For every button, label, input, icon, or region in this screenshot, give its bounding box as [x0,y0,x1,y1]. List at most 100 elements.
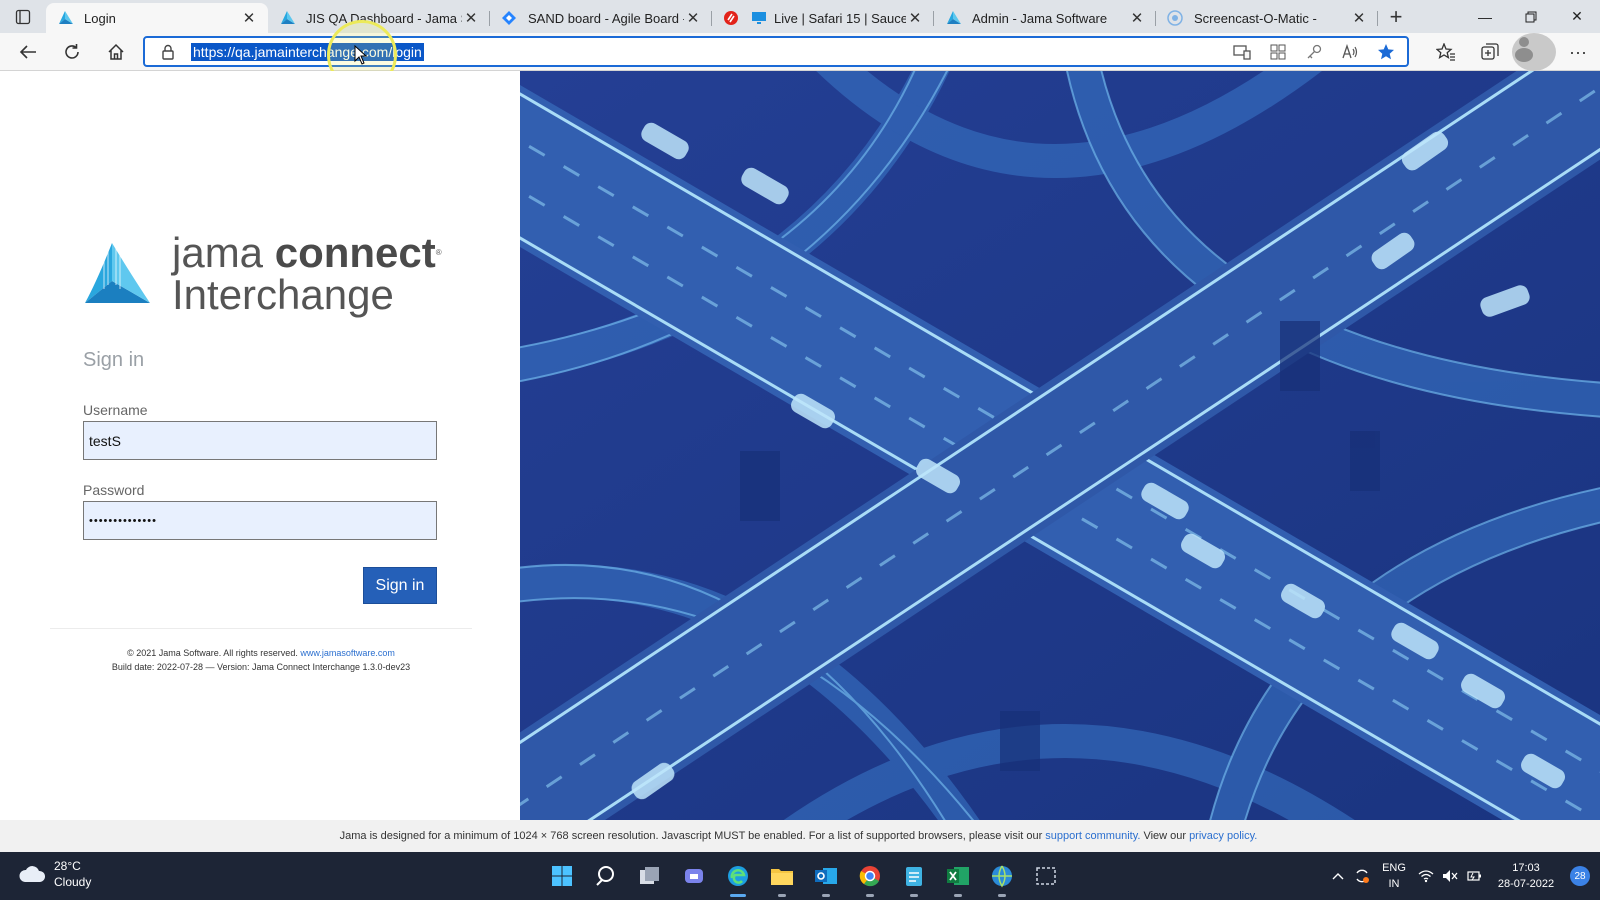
avatar [1512,33,1556,71]
close-window-icon[interactable]: ✕ [1554,0,1600,33]
tab-title: Login [84,10,116,26]
clock[interactable]: 17:03 28-07-2022 [1486,860,1566,892]
notepad-icon [906,867,922,886]
favorites-button[interactable] [1424,33,1468,71]
close-tab-icon[interactable]: ✕ [462,9,480,27]
home-button[interactable] [94,33,138,71]
tab-actions-icon [15,9,31,24]
restore-icon[interactable] [1508,0,1554,33]
temperature: 28°C [54,859,81,873]
monitor-icon [750,9,768,27]
jira-icon [500,9,518,27]
teams-chat-button[interactable] [672,852,716,900]
settings-menu-button[interactable]: ··· [1556,33,1600,71]
notification-badge[interactable]: 28 [1570,866,1590,886]
tab-login[interactable]: Login ✕ [46,3,268,33]
saucelabs-icon [722,9,740,27]
brand-interchange: Interchange [172,271,394,318]
tab-title: SAND board - Agile Board - J [528,10,684,26]
excel-button[interactable] [936,852,980,900]
notepad-button[interactable] [892,852,936,900]
file-explorer-button[interactable] [760,852,804,900]
build-info: Build date: 2022-07-28 — Version: Jama C… [111,662,411,672]
window-controls: — ✕ [1462,0,1600,33]
weather-widget[interactable]: 28°C Cloudy [18,858,91,890]
jama-connect-interchange-logo: jama connect® Interchange [82,231,442,327]
brand-jama: jama [172,229,264,276]
new-tab-button[interactable]: + [1378,3,1414,33]
search-button[interactable] [584,852,628,900]
tab-actions-button[interactable] [0,0,46,33]
lock-icon[interactable] [145,44,191,60]
minimize-icon[interactable]: — [1462,0,1508,33]
username-label: Username [83,402,148,418]
snipping-tool-button[interactable] [1024,852,1068,900]
language: ENG [1382,862,1406,874]
profile-button[interactable] [1512,33,1556,71]
notice-text: Jama is designed for a minimum of 1024 ×… [339,830,1043,842]
sign-in-heading: Sign in [83,349,145,371]
wifi-icon[interactable] [1414,852,1438,900]
close-tab-icon[interactable]: ✕ [906,9,924,27]
tab-sand-board[interactable]: SAND board - Agile Board - J ✕ [490,3,712,33]
time: 17:03 [1512,862,1540,874]
back-button[interactable] [6,33,50,71]
close-tab-icon[interactable]: ✕ [684,9,702,27]
tab-admin-jama[interactable]: Admin - Jama Software ✕ [934,3,1156,33]
close-tab-icon[interactable]: ✕ [1350,9,1368,27]
start-button[interactable] [540,852,584,900]
battery-icon[interactable] [1462,852,1486,900]
tab-sauce-labs[interactable]: Live | Safari 15 | Sauce Lab ✕ [712,3,934,33]
folder-icon [771,869,793,885]
excel-icon [947,867,969,885]
taskbar-apps [540,852,1068,900]
mouse-cursor-icon [354,45,368,65]
password-input[interactable]: •••••••••••••• [83,501,437,540]
favorites-icon [1436,43,1455,61]
outlook-button[interactable] [804,852,848,900]
network-app-button[interactable] [980,852,1024,900]
key-icon[interactable] [1303,42,1325,62]
region: IN [1388,878,1400,890]
volume-muted-icon[interactable] [1438,852,1462,900]
chrome-button[interactable] [848,852,892,900]
sign-in-button[interactable]: Sign in [363,567,437,604]
chevron-up-icon[interactable] [1326,852,1350,900]
tab-title: Live | Safari 15 | Sauce Lab [774,10,906,26]
app-available-icon[interactable] [1231,42,1253,62]
read-aloud-icon[interactable] [1339,42,1361,62]
privacy-policy-link[interactable]: privacy policy. [1189,830,1257,842]
edge-taskbar-button[interactable] [716,852,760,900]
task-view-button[interactable] [628,852,672,900]
username-input[interactable]: testS [83,421,437,460]
weather-condition: Cloudy [54,875,92,889]
jama-logo-icon [85,243,150,303]
favorite-star-icon[interactable] [1375,42,1397,62]
chrome-icon [859,866,880,887]
language-indicator[interactable]: ENG IN [1374,860,1414,892]
windows-taskbar: 28°C Cloudy ENG IN 17:03 28-07-2022 28 [0,852,1600,900]
back-arrow-icon [19,44,36,59]
extensions-grid-icon[interactable] [1267,42,1289,62]
collections-icon [1481,43,1499,60]
divider [50,628,472,629]
refresh-button[interactable] [50,33,94,71]
collections-button[interactable] [1468,33,1512,71]
support-community-link[interactable]: support community. [1045,830,1140,842]
task-view-icon [640,867,659,884]
notice-middle-text: View our [1143,830,1187,842]
tab-title: Screencast-O-Matic - [1194,10,1317,26]
close-tab-icon[interactable]: ✕ [240,9,258,27]
address-bar-actions [1231,42,1397,62]
tab-strip: Login ✕ JIS QA Dashboard - Jama Soft ✕ S… [0,0,1600,33]
close-tab-icon[interactable]: ✕ [1128,9,1146,27]
browser-requirements-notice: Jama is designed for a minimum of 1024 ×… [0,820,1600,852]
login-panel: jama connect® Interchange Sign in Userna… [0,71,520,820]
sync-icon[interactable] [1350,852,1374,900]
tab-screencast[interactable]: Screencast-O-Matic - ✕ [1156,3,1378,33]
jama-website-link[interactable]: www.jamasoftware.com [300,648,395,658]
cloud-icon [19,866,46,882]
highway-illustration [520,71,1600,820]
tab-title: JIS QA Dashboard - Jama Soft [306,10,462,26]
search-icon [596,866,614,886]
